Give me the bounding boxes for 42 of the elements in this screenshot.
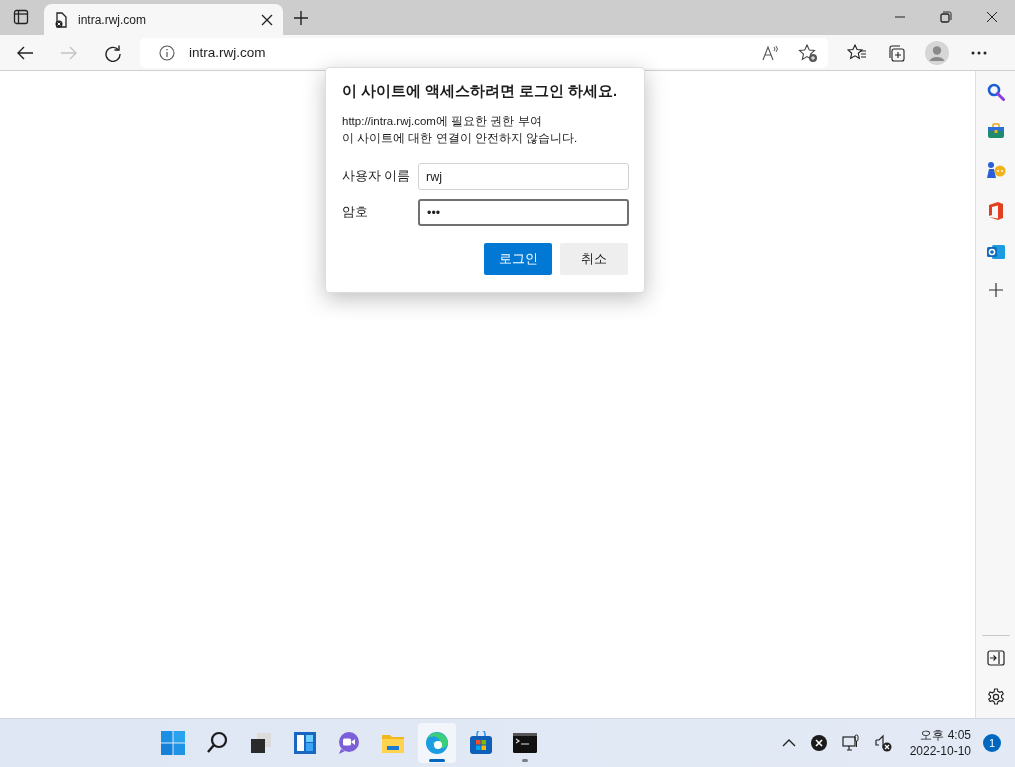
new-tab-icon[interactable] bbox=[293, 10, 309, 26]
read-aloud-icon[interactable] bbox=[762, 44, 780, 61]
error-icon[interactable] bbox=[809, 734, 828, 752]
field-label: 사용자 이름 bbox=[342, 168, 412, 185]
network-icon[interactable] bbox=[841, 734, 860, 752]
tab-title: intra.rwj.com bbox=[78, 12, 147, 27]
restore-icon[interactable] bbox=[940, 11, 952, 23]
url-text: intra.rwj.com bbox=[189, 45, 266, 60]
office-icon[interactable] bbox=[986, 201, 1005, 221]
login-button[interactable]: 로그인 bbox=[484, 243, 552, 275]
more-icon[interactable] bbox=[971, 50, 987, 55]
cancel-button[interactable]: 취소 bbox=[560, 243, 628, 275]
volume-muted-icon[interactable] bbox=[873, 734, 892, 752]
tab-actions-icon[interactable] bbox=[13, 9, 29, 25]
dialog-message: http://intra.rwj.com에 필요한 권한 부여 bbox=[342, 114, 543, 129]
favorites-icon[interactable] bbox=[847, 43, 867, 62]
info-icon bbox=[159, 44, 175, 61]
close-icon[interactable] bbox=[261, 13, 273, 26]
input-field[interactable]: rwj bbox=[418, 163, 629, 190]
settings-icon[interactable] bbox=[986, 688, 1005, 706]
address-bar[interactable]: intra.rwj.com bbox=[140, 37, 828, 68]
clock-time[interactable]: 오후 4:05 bbox=[920, 727, 971, 743]
close-icon[interactable] bbox=[986, 11, 998, 23]
toolbox-icon[interactable] bbox=[986, 123, 1005, 139]
dialog-title: 이 사이트에 액세스하려면 로그인 하세요. bbox=[342, 82, 619, 101]
dialog-message: 이 사이트에 대한 연결이 안전하지 않습니다. bbox=[342, 131, 579, 146]
page-error-icon bbox=[54, 11, 68, 28]
games-icon[interactable] bbox=[985, 161, 1006, 179]
add-favorite-icon[interactable] bbox=[798, 43, 818, 62]
edge-icon[interactable] bbox=[417, 723, 456, 763]
hide-sidebar-icon[interactable] bbox=[986, 650, 1005, 666]
field-label: 암호 bbox=[342, 204, 369, 221]
outlook-icon[interactable] bbox=[985, 243, 1006, 261]
browser-tab[interactable]: intra.rwj.com bbox=[44, 4, 283, 35]
add-icon[interactable] bbox=[988, 283, 1003, 297]
refresh-icon[interactable] bbox=[104, 43, 122, 62]
collections-icon[interactable] bbox=[886, 43, 906, 62]
chevron-up-icon[interactable] bbox=[781, 738, 796, 748]
profile-avatar-icon[interactable] bbox=[925, 40, 949, 65]
notification-badge[interactable]: 1 bbox=[983, 734, 1001, 752]
clock-date[interactable]: 2022-10-10 bbox=[909, 743, 971, 759]
input-field[interactable]: ••• bbox=[418, 199, 629, 226]
